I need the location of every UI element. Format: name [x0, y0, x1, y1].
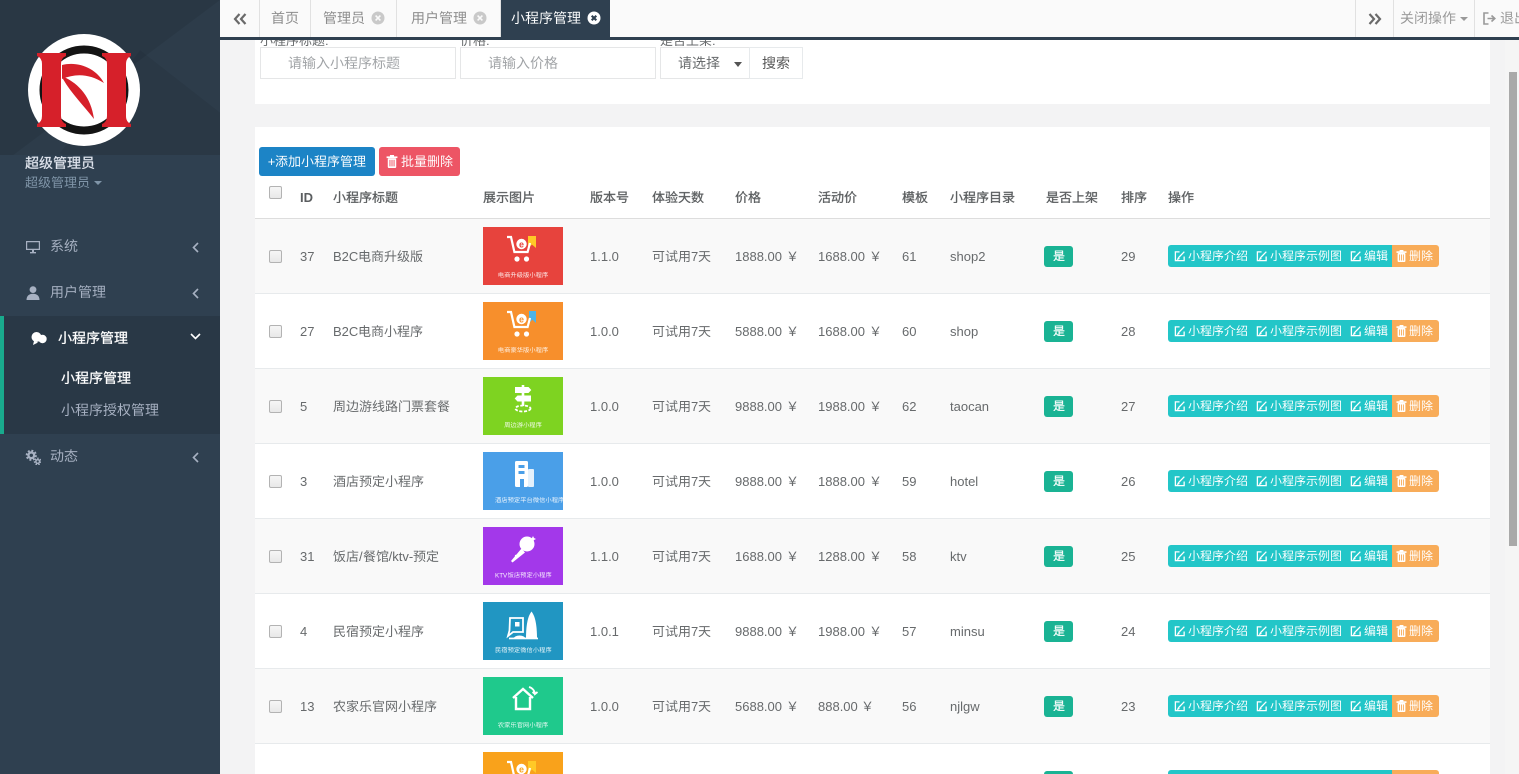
svg-text:e: e: [519, 240, 524, 250]
svg-text:e: e: [519, 765, 524, 774]
svg-text:e: e: [519, 315, 524, 325]
